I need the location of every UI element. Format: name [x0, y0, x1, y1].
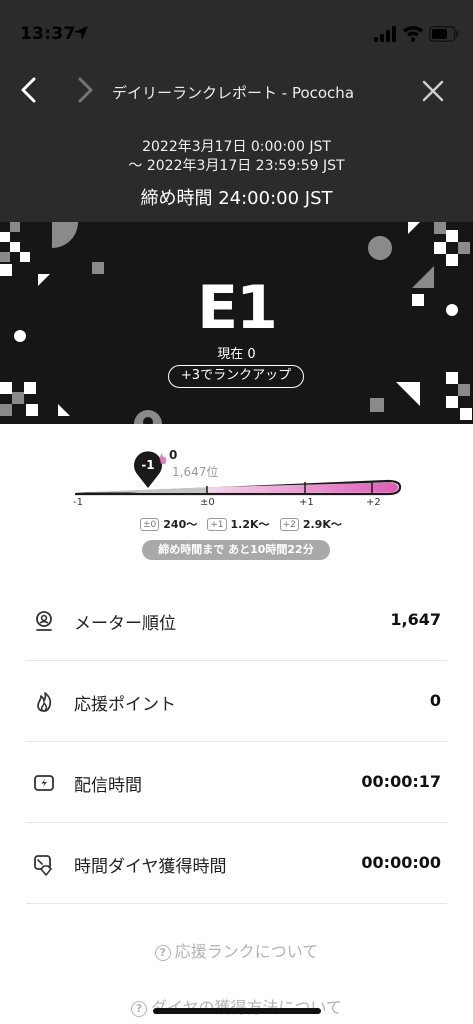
threshold-tag: +1	[207, 517, 227, 531]
threshold-value: 240〜	[163, 518, 198, 531]
threshold-chip: +1 1.2K〜	[207, 516, 270, 532]
threshold-chip: +2 2.9K〜	[279, 516, 342, 532]
about-diamond-link[interactable]: ?ダイヤの獲得方法について	[0, 994, 473, 1018]
stat-row-support-points: 応援ポイント 0	[26, 661, 447, 742]
gauge-position: 1,647位	[172, 465, 219, 479]
stat-label: メーター順位	[74, 614, 176, 634]
deadline-time: 締め時間 24:00:00 JST	[140, 188, 333, 209]
tick-plus1: +1	[299, 497, 314, 508]
about-rank-text: 応援ランクについて	[174, 942, 319, 961]
navigation-bar: デイリーランクレポート - Pococha	[0, 60, 473, 124]
gauge-grey-segment	[78, 487, 207, 493]
rank-gauge: -1 0 1,647位 -1 ±0 +1 +2 ±0 240〜 +1 1.2K〜…	[0, 424, 473, 574]
home-indicator	[153, 1008, 321, 1014]
threshold-tag: +2	[279, 517, 299, 531]
help-icon: ?	[130, 1001, 147, 1017]
gauge-graphic	[74, 451, 402, 496]
stat-value: 00:00:17	[361, 772, 441, 791]
threshold-tag: ±0	[140, 517, 160, 531]
signal-icon	[374, 26, 396, 42]
period-end: 〜 2022年3月17日 23:59:59 JST	[128, 158, 345, 174]
flame-icon	[37, 692, 52, 712]
threshold-value: 1.2K〜	[230, 518, 270, 531]
about-rank-link[interactable]: ? 応援ランクについて	[0, 938, 473, 962]
time-remaining-badge: 締め時間まで あと10時間22分	[142, 540, 330, 560]
stat-row-diamond-time: 時間ダイヤ獲得時間 00:00:00	[26, 823, 447, 904]
stat-row-broadcast-time: 配信時間 00:00:17	[26, 742, 447, 823]
stat-label: 配信時間	[74, 776, 142, 796]
rank-banner: E1 現在 0 +3でランクアップ	[0, 222, 473, 424]
status-time: 13:37	[20, 24, 76, 44]
threshold-chip: ±0 240〜	[140, 516, 197, 532]
stat-value: 00:00:00	[361, 853, 441, 872]
stat-value: 1,647	[390, 610, 441, 629]
points-flame-icon	[159, 453, 167, 465]
help-icon: ?	[154, 945, 171, 961]
stats-list: メーター順位 1,647 応援ポイント 0 配信時間 00:00:17 時間ダイ…	[26, 580, 447, 904]
tick-minus1: -1	[73, 497, 83, 508]
tick-zero: ±0	[200, 497, 215, 508]
threshold-value: 2.9K〜	[302, 518, 342, 531]
stat-label: 時間ダイヤ獲得時間	[74, 857, 227, 877]
page-title: デイリーランクレポート - Pococha	[112, 84, 355, 102]
location-icon	[74, 26, 88, 40]
report-period: 2022年3月17日 0:00:00 JST 〜 2022年3月17日 23:5…	[0, 138, 473, 210]
wifi-icon	[403, 26, 423, 42]
pin-rank-delta: -1	[141, 458, 155, 472]
close-icon[interactable]	[418, 76, 448, 106]
status-bar: 13:37	[0, 0, 473, 60]
report-header: 13:37 デイリーランクレポート - Pococha 2022年3月17日 0…	[0, 0, 473, 222]
forward-chevron-icon[interactable]	[68, 74, 100, 106]
battery-icon	[429, 26, 459, 42]
gauge-points: 0	[169, 448, 178, 462]
back-chevron-icon[interactable]	[14, 74, 46, 106]
threshold-chips: ±0 240〜 +1 1.2K〜 +2 2.9K〜	[140, 516, 342, 532]
rankup-requirement-pill: +3でランクアップ	[168, 365, 304, 388]
stat-value: 0	[429, 691, 441, 710]
stat-row-meter-rank: メーター順位 1,647	[26, 580, 447, 661]
broadcast-icon	[34, 775, 54, 791]
diamond-icon	[34, 855, 52, 876]
rank-badge: E1	[197, 273, 278, 343]
rank-icon	[36, 611, 52, 631]
period-start: 2022年3月17日 0:00:00 JST	[142, 139, 331, 155]
stat-label: 応援ポイント	[74, 695, 176, 715]
tick-plus2: +2	[366, 497, 381, 508]
current-points: 現在 0	[217, 347, 256, 362]
